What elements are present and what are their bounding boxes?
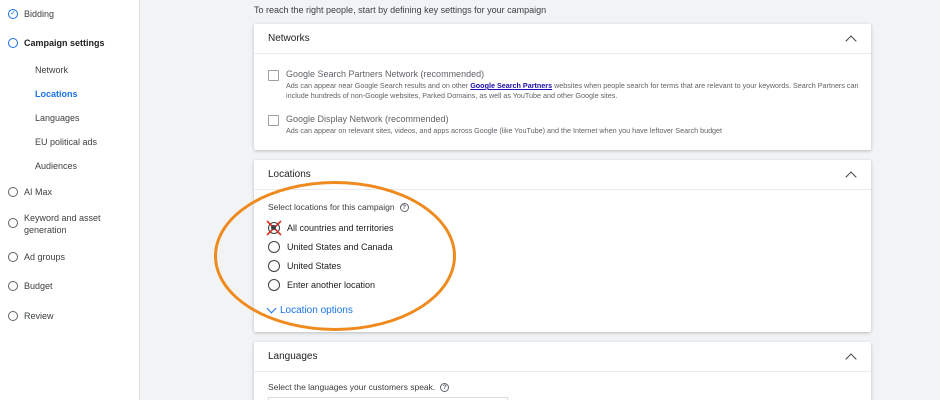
locations-header[interactable]: Locations [254,160,871,190]
radio-button[interactable] [268,279,280,291]
sidebar-subitem-locations[interactable]: Locations [35,89,78,99]
location-option-other[interactable]: Enter another location [268,279,375,291]
network-option-search-partners: Google Search Partners Network (recommen… [268,69,861,100]
sidebar-item-label: Campaign settings [24,38,105,48]
languages-card: Languages Select the languages your cust… [254,342,871,400]
network-option-display: Google Display Network (recommended) Ads… [268,114,861,136]
sidebar: ✓ Bidding Campaign settings Network Loca… [0,0,140,400]
circle-icon [8,218,18,228]
radio-button[interactable] [266,220,282,236]
locations-title: Locations [268,169,311,180]
sidebar-subitem-eu-political-ads[interactable]: EU political ads [35,137,97,147]
languages-title: Languages [268,351,318,362]
chevron-up-icon[interactable] [845,352,857,365]
sidebar-item-label: Review [24,311,54,321]
sidebar-item-review[interactable]: Review [8,311,54,321]
location-option-all[interactable]: All countries and territories [266,220,394,236]
sidebar-subitem-languages[interactable]: Languages [35,113,80,123]
network-option-label: Google Display Network (recommended) [286,114,449,124]
radio-button[interactable] [268,260,280,272]
network-option-description: Ads can appear near Google Search result… [286,81,859,100]
sidebar-item-label: Ad groups [24,252,66,262]
chevron-up-icon[interactable] [845,34,857,47]
sidebar-item-campaign-settings[interactable]: Campaign settings [8,38,105,48]
sidebar-item-ad-groups[interactable]: Ad groups [8,252,65,262]
chevron-up-icon[interactable] [845,170,857,183]
sidebar-item-bidding[interactable]: ✓ Bidding [8,9,54,19]
help-icon[interactable]: ? [440,382,450,392]
circle-icon [8,311,18,321]
google-search-partners-link[interactable]: Google Search Partners [470,81,552,90]
network-option-label: Google Search Partners Network (recommen… [286,69,485,79]
location-option-label: All countries and territories [287,223,394,233]
network-option-description: Ads can appear on relevant sites, videos… [286,126,723,135]
languages-prompt: Select the languages your customers spea… [268,382,450,392]
check-circle-icon: ✓ [8,9,18,19]
locations-card: Locations Select locations for this camp… [254,160,871,332]
location-option-label: United States and Canada [287,242,393,252]
sidebar-item-ai-max[interactable]: AI Max [8,187,52,197]
locations-prompt: Select locations for this campaign ? [268,202,409,212]
help-icon[interactable]: ? [399,202,409,212]
chevron-down-icon [266,303,277,314]
location-option-label: Enter another location [287,280,376,290]
sidebar-item-label: Keyword and asset generation [24,213,101,235]
location-option-us[interactable]: United States [268,260,341,272]
location-option-us-canada[interactable]: United States and Canada [268,241,393,253]
sidebar-subitem-network[interactable]: Network [35,65,68,75]
sidebar-item-label: Budget [24,281,53,291]
page-intro: To reach the right people, start by defi… [254,5,547,15]
circle-icon [8,187,18,197]
sidebar-item-label: Bidding [24,9,55,19]
circle-icon [8,252,18,262]
networks-header[interactable]: Networks [254,24,871,54]
search-partners-checkbox[interactable] [268,70,279,81]
display-network-checkbox[interactable] [268,115,279,126]
sidebar-subitem-audiences[interactable]: Audiences [35,161,77,171]
languages-header[interactable]: Languages [254,342,871,372]
location-options-link[interactable]: Location options [266,303,353,316]
location-option-label: United States [287,261,342,271]
sidebar-item-keyword-asset-generation[interactable]: Keyword and asset generation [8,212,119,236]
radio-button[interactable] [268,241,280,253]
networks-title: Networks [268,33,310,44]
networks-card: Networks Google Search Partners Network … [254,24,871,150]
sidebar-item-label: AI Max [24,187,53,197]
circle-icon [8,38,18,48]
circle-icon [8,281,18,291]
x-mark-icon [266,220,282,236]
sidebar-item-budget[interactable]: Budget [8,281,53,291]
